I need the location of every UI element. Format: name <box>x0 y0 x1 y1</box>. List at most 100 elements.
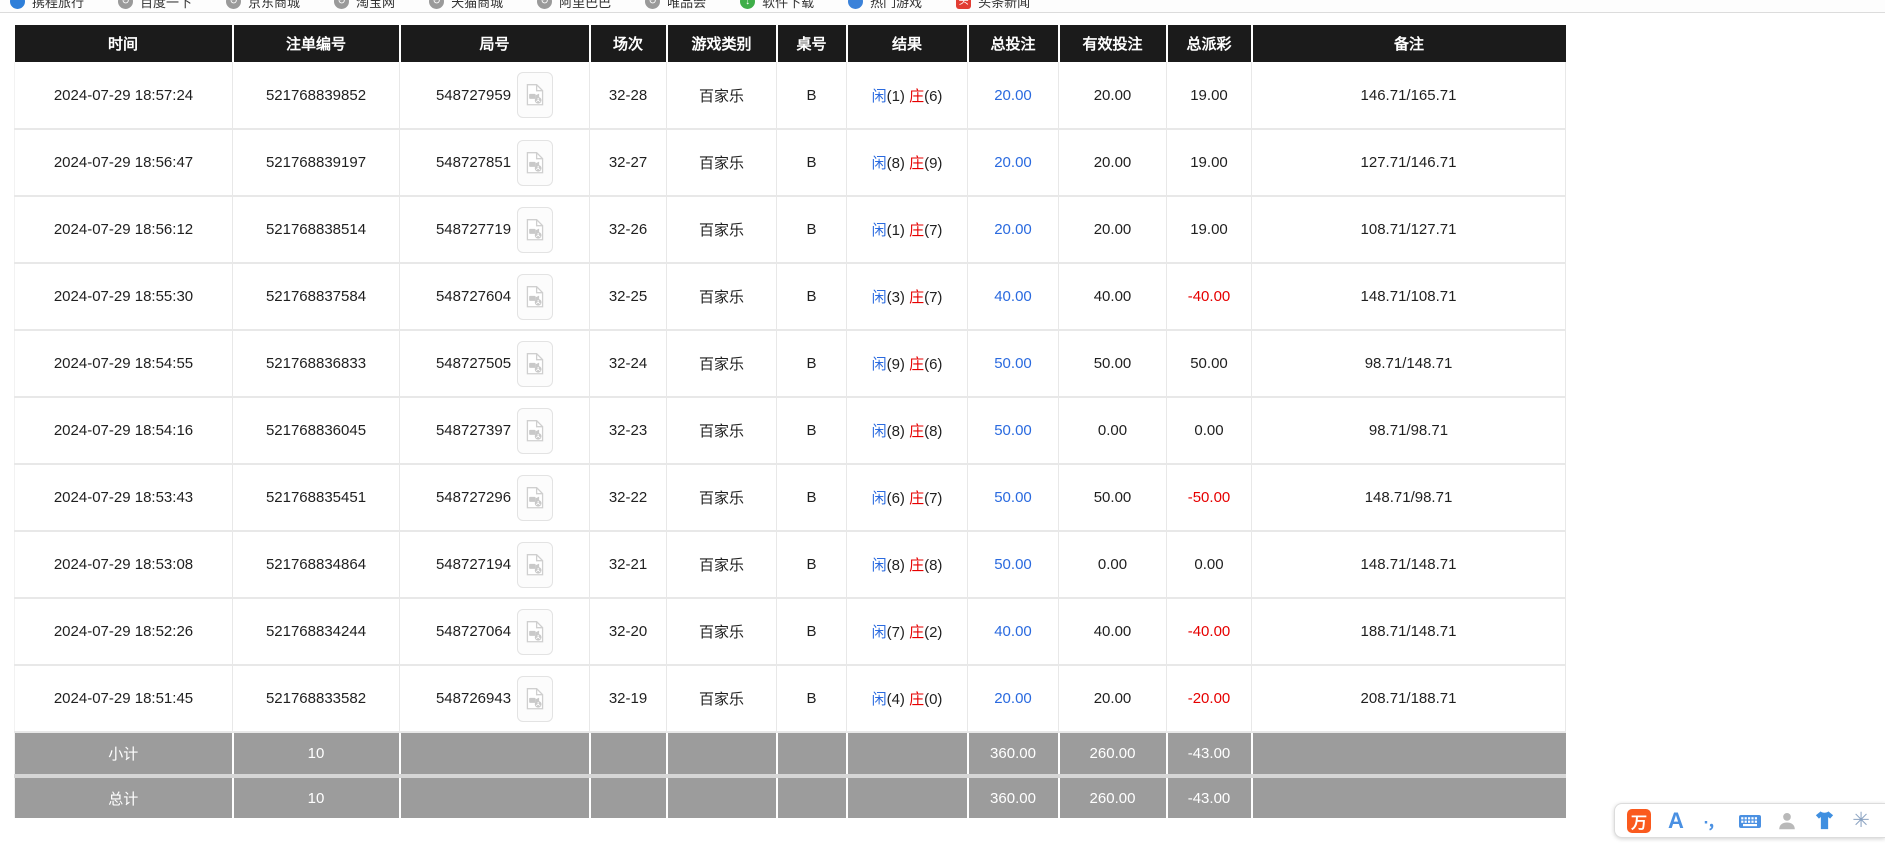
cell-table-no: B <box>777 263 847 330</box>
cell-session: 32-21 <box>590 531 667 598</box>
user-profile-icon[interactable] <box>1775 809 1799 833</box>
video-replay-icon[interactable] <box>517 341 553 387</box>
banker-score: (7) <box>924 289 942 306</box>
cell-valid-bet: 0.00 <box>1059 397 1167 464</box>
summary-empty-cell <box>847 732 968 776</box>
banker-label: 庄 <box>909 155 924 172</box>
keyboard-icon[interactable] <box>1738 809 1762 833</box>
bookmark-item[interactable]: ↻阿里巴巴 <box>537 0 611 11</box>
cell-remark: 98.71/98.71 <box>1252 397 1566 464</box>
bookmark-item[interactable]: ↻天猫商城 <box>429 0 503 11</box>
video-replay-icon[interactable] <box>517 72 553 118</box>
cell-time: 2024-07-29 18:56:12 <box>15 196 233 263</box>
cell-remark: 148.71/108.71 <box>1252 263 1566 330</box>
skin-tshirt-icon[interactable] <box>1812 809 1836 833</box>
cell-table-no: B <box>777 464 847 531</box>
cell-game-type: 百家乐 <box>667 62 777 129</box>
player-label: 闲 <box>872 624 887 641</box>
cell-result: 闲(8) 庄(8) <box>847 531 968 598</box>
cell-table-no: B <box>777 531 847 598</box>
cell-total-bet: 40.00 <box>968 598 1059 665</box>
bookmark-label: 百度一下 <box>140 0 192 11</box>
cell-payout: 19.00 <box>1167 196 1252 263</box>
cell-session: 32-20 <box>590 598 667 665</box>
cell-round-id: 548726943 <box>400 665 590 732</box>
cell-round-id: 548727296 <box>400 464 590 531</box>
cell-bet-id: 521768833582 <box>233 665 400 732</box>
round-number: 548727604 <box>436 288 511 305</box>
column-header: 游戏类别 <box>667 25 777 62</box>
bookmark-item[interactable]: ↻淘宝网 <box>334 0 395 11</box>
summary-label: 总计 <box>15 776 233 818</box>
player-score: (8) <box>887 423 910 440</box>
player-label: 闲 <box>872 155 887 172</box>
ime-logo-icon[interactable]: 万 <box>1627 809 1651 833</box>
summary-count: 10 <box>233 776 400 818</box>
bookmark-item[interactable]: 热门游戏 <box>848 0 922 11</box>
bookmark-item[interactable]: ↓软件下载 <box>740 0 814 11</box>
cell-total-bet: 20.00 <box>968 62 1059 129</box>
cell-round-id: 548727604 <box>400 263 590 330</box>
summary-empty-cell <box>400 732 590 776</box>
player-score: (4) <box>887 691 910 708</box>
toutiao-news-icon: 头 <box>956 0 971 9</box>
bookmark-item[interactable]: ↻唯品会 <box>645 0 706 11</box>
player-label: 闲 <box>872 222 887 239</box>
bookmark-item[interactable]: 携程旅行 <box>10 0 84 11</box>
cell-total-bet: 20.00 <box>968 665 1059 732</box>
banker-score: (8) <box>924 557 942 574</box>
baidu-icon: ↻ <box>118 0 133 9</box>
banker-label: 庄 <box>909 691 924 708</box>
banker-score: (2) <box>924 624 942 641</box>
player-label: 闲 <box>872 423 887 440</box>
jd-icon: ↻ <box>226 0 241 9</box>
summary-empty-cell <box>590 732 667 776</box>
font-mode-icon[interactable]: A <box>1664 809 1688 833</box>
bookmark-item[interactable]: 头头条新闻 <box>956 0 1030 11</box>
cell-payout: 0.00 <box>1167 397 1252 464</box>
cell-time: 2024-07-29 18:54:55 <box>15 330 233 397</box>
cell-session: 32-26 <box>590 196 667 263</box>
video-replay-icon[interactable] <box>517 274 553 320</box>
cell-session: 32-22 <box>590 464 667 531</box>
summary-empty-cell <box>847 776 968 818</box>
cell-payout: 19.00 <box>1167 129 1252 196</box>
video-replay-icon[interactable] <box>517 609 553 655</box>
cell-remark: 98.71/148.71 <box>1252 330 1566 397</box>
video-replay-icon[interactable] <box>517 542 553 588</box>
cell-time: 2024-07-29 18:53:43 <box>15 464 233 531</box>
cell-table-no: B <box>777 665 847 732</box>
header-row: 时间注单编号局号场次游戏类别桌号结果总投注有效投注总派彩备注 <box>15 25 1566 62</box>
round-number: 548726943 <box>436 690 511 707</box>
summary-empty-cell <box>1252 776 1566 818</box>
cell-remark: 208.71/188.71 <box>1252 665 1566 732</box>
cell-total-bet: 50.00 <box>968 330 1059 397</box>
video-replay-icon[interactable] <box>517 676 553 722</box>
video-replay-icon[interactable] <box>517 408 553 454</box>
summary-count: 10 <box>233 732 400 776</box>
knot-icon[interactable]: ✳ <box>1849 809 1873 833</box>
banker-label: 庄 <box>909 423 924 440</box>
video-replay-icon[interactable] <box>517 475 553 521</box>
bookmark-item[interactable]: ↻ 百度一下 <box>118 0 192 11</box>
cell-bet-id: 521768836045 <box>233 397 400 464</box>
round-number: 548727296 <box>436 489 511 506</box>
cell-table-no: B <box>777 598 847 665</box>
punctuation-icon[interactable]: ·， <box>1701 809 1725 833</box>
cell-session: 32-27 <box>590 129 667 196</box>
cell-remark: 188.71/148.71 <box>1252 598 1566 665</box>
column-header: 桌号 <box>777 25 847 62</box>
cell-time: 2024-07-29 18:55:30 <box>15 263 233 330</box>
cell-remark: 148.71/148.71 <box>1252 531 1566 598</box>
video-replay-icon[interactable] <box>517 207 553 253</box>
bookmark-label: 热门游戏 <box>870 0 922 11</box>
summary-total-bet: 360.00 <box>968 776 1059 818</box>
banker-score: (9) <box>924 155 942 172</box>
player-label: 闲 <box>872 356 887 373</box>
round-number: 548727719 <box>436 221 511 238</box>
cell-result: 闲(3) 庄(7) <box>847 263 968 330</box>
video-replay-icon[interactable] <box>517 140 553 186</box>
cell-round-id: 548727064 <box>400 598 590 665</box>
bookmark-item[interactable]: ↻京东商城 <box>226 0 300 11</box>
cell-remark: 127.71/146.71 <box>1252 129 1566 196</box>
